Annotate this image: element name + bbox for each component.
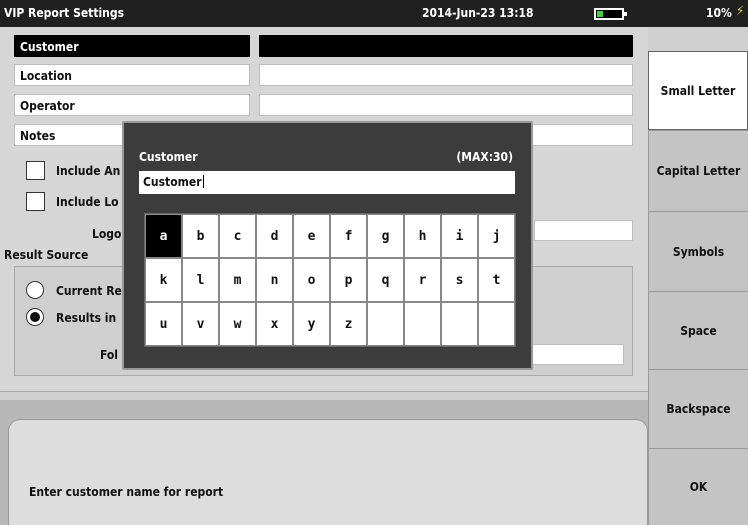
key-h[interactable]: h [404, 214, 441, 258]
key-empty [478, 302, 515, 346]
status-pane: Enter customer name for report [8, 419, 648, 525]
small-letter-button[interactable]: Small Letter [648, 51, 748, 130]
include-lo-label: Include Lo [56, 195, 119, 209]
key-x[interactable]: x [256, 302, 293, 346]
current-results-label: Current Re [56, 284, 122, 298]
text-input-value: Customer [143, 175, 202, 189]
key-empty [367, 302, 404, 346]
key-z[interactable]: z [330, 302, 367, 346]
key-n[interactable]: n [256, 258, 293, 302]
text-cursor [202, 175, 204, 188]
key-i[interactable]: i [441, 214, 478, 258]
result-source-label: Result Source [4, 248, 89, 262]
key-p[interactable]: p [330, 258, 367, 302]
key-v[interactable]: v [182, 302, 219, 346]
window-title: VIP Report Settings [4, 6, 125, 20]
key-t[interactable]: t [478, 258, 515, 302]
logo-label: Logo [92, 227, 122, 241]
folder-field[interactable] [530, 344, 624, 365]
battery-percent: 10% [706, 6, 732, 20]
sidebar: Small Letter Capital Letter Symbols Spac… [648, 27, 748, 525]
results-in-label: Results in [56, 311, 117, 325]
key-k[interactable]: k [145, 258, 182, 302]
backspace-button[interactable]: Backspace [648, 369, 748, 448]
folder-label: Fol [100, 348, 119, 362]
operator-label[interactable]: Operator [14, 94, 250, 116]
key-c[interactable]: c [219, 214, 256, 258]
key-q[interactable]: q [367, 258, 404, 302]
customer-value[interactable] [259, 35, 633, 57]
current-results-radio[interactable] [26, 281, 44, 299]
text-input[interactable]: Customer [139, 171, 515, 194]
dialog-title: Customer [139, 150, 198, 164]
key-b[interactable]: b [182, 214, 219, 258]
keypad: abcdefghij klmnopqrst uvwxyz [144, 213, 516, 347]
space-button[interactable]: Space [648, 291, 748, 369]
key-r[interactable]: r [404, 258, 441, 302]
location-value[interactable] [259, 64, 633, 86]
battery-icon [594, 8, 627, 20]
key-e[interactable]: e [293, 214, 330, 258]
key-f[interactable]: f [330, 214, 367, 258]
panel-divider [0, 391, 648, 400]
include-lo-checkbox[interactable] [26, 192, 45, 211]
key-empty [441, 302, 478, 346]
key-o[interactable]: o [293, 258, 330, 302]
customer-label[interactable]: Customer [14, 35, 250, 57]
capital-letter-button[interactable]: Capital Letter [648, 130, 748, 211]
key-a[interactable]: a [145, 214, 182, 258]
logo-field[interactable] [534, 220, 633, 241]
status-message: Enter customer name for report [29, 485, 224, 499]
key-l[interactable]: l [182, 258, 219, 302]
include-an-checkbox[interactable] [26, 161, 45, 180]
status-bar: Enter customer name for report [0, 400, 648, 525]
key-u[interactable]: u [145, 302, 182, 346]
title-bar: VIP Report Settings 2014-Jun-23 13:18 10… [0, 0, 748, 27]
key-s[interactable]: s [441, 258, 478, 302]
ok-button[interactable]: OK [648, 448, 748, 525]
key-j[interactable]: j [478, 214, 515, 258]
operator-value[interactable] [259, 94, 633, 116]
key-empty [404, 302, 441, 346]
results-in-folder-radio[interactable] [26, 308, 44, 326]
date-time: 2014-Jun-23 13:18 [422, 6, 534, 20]
key-d[interactable]: d [256, 214, 293, 258]
key-w[interactable]: w [219, 302, 256, 346]
location-label[interactable]: Location [14, 64, 250, 86]
include-an-label: Include An [56, 164, 121, 178]
keyboard-dialog: Customer (MAX:30) Customer abcdefghij klm… [122, 121, 533, 370]
power-plug-icon: ⚡ [736, 4, 745, 19]
key-y[interactable]: y [293, 302, 330, 346]
dialog-max-length: (MAX:30) [456, 150, 513, 164]
symbols-button[interactable]: Symbols [648, 211, 748, 291]
key-m[interactable]: m [219, 258, 256, 302]
key-g[interactable]: g [367, 214, 404, 258]
